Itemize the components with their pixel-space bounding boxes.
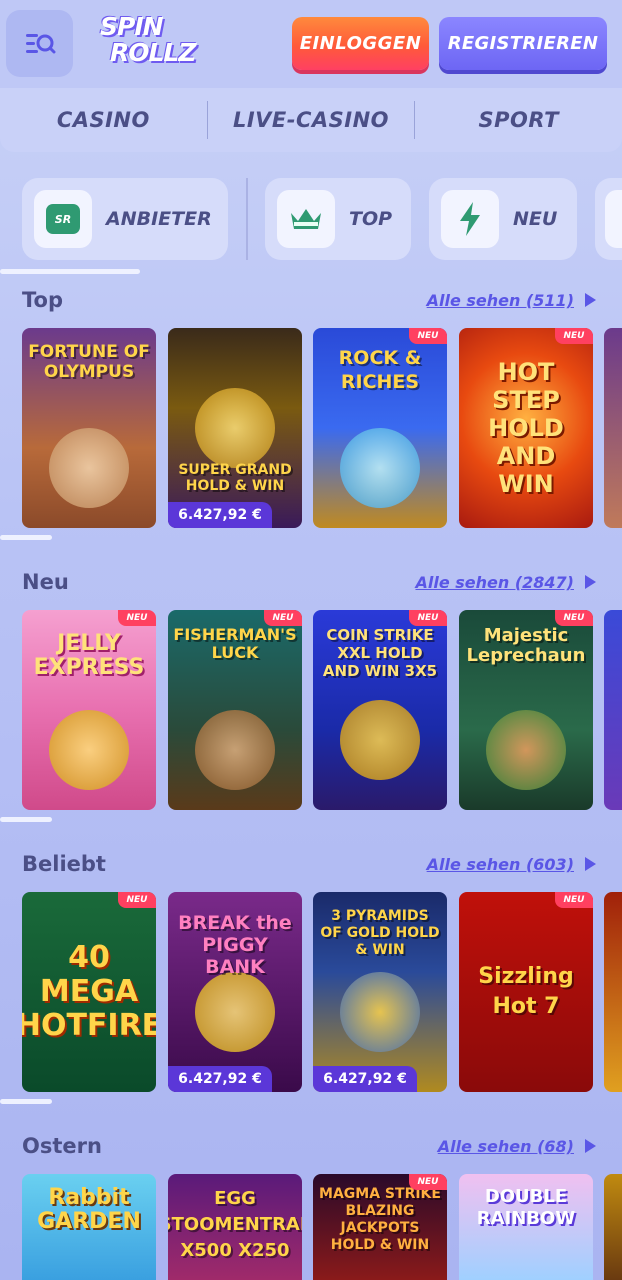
header: SPIN ROLLZ EINLOGGEN REGISTRIEREN [0, 0, 622, 88]
game-name: ROCK & RICHES [338, 347, 422, 393]
new-badge: NEU [409, 610, 447, 626]
game-tile[interactable]: 3 PYRAMIDS OF GOLD HOLD & WIN 6.427,92 € [313, 892, 447, 1092]
game-tile[interactable]: FORTUNE OF OLYMPUS [22, 328, 156, 528]
chip-provider-label: ANBIETER [106, 208, 212, 230]
game-name: MAGMA STRIKE BLAZING JACKPOTS HOLD & WIN [319, 1186, 441, 1253]
new-badge: NEU [409, 328, 447, 344]
game-tile[interactable]: JELLY EXPRESS NEU [22, 610, 156, 810]
game-name: Sizzling Hot 7 [478, 964, 574, 1019]
game-name: SUPER GRAND HOLD & WIN [178, 462, 292, 494]
game-name: COIN STRIKE XXL HOLD AND WIN 3X5 [322, 626, 438, 680]
chip-more-icon [605, 190, 622, 248]
game-art [340, 700, 420, 780]
chip-top[interactable]: TOP [265, 178, 411, 260]
section-title-new: Neu [22, 570, 69, 594]
game-tile-partial[interactable] [604, 892, 622, 1092]
game-art [486, 710, 566, 790]
new-badge: NEU [555, 328, 593, 344]
menu-search-icon [25, 33, 55, 53]
logo-line-2: ROLLZ [110, 38, 197, 67]
nav-live-casino[interactable]: LIVE-CASINO [208, 108, 415, 132]
game-name: EGG STOOMENTRAL X500 X250 [168, 1188, 302, 1261]
chip-new-label: NEU [513, 208, 558, 230]
game-name: FORTUNE OF OLYMPUS [28, 342, 150, 382]
jackpot-badge: 6.427,92 € [168, 502, 272, 528]
login-button[interactable]: EINLOGGEN [292, 17, 429, 70]
chip-new[interactable]: NEU [429, 178, 577, 260]
game-art [49, 428, 129, 508]
game-tile[interactable]: BREAK the PIGGY BANK 6.427,92 € [168, 892, 302, 1092]
game-art [340, 972, 420, 1052]
lightning-icon [441, 190, 499, 248]
new-badge: NEU [264, 610, 302, 626]
game-art [195, 972, 275, 1052]
game-tile-partial[interactable] [604, 610, 622, 810]
new-badge: NEU [555, 892, 593, 908]
game-name: DOUBLE RAINBOW [476, 1186, 576, 1229]
new-badge: NEU [555, 610, 593, 626]
row-scroll-indicator[interactable] [0, 535, 52, 540]
game-tile[interactable]: Rabbit GARDEN [22, 1174, 156, 1280]
chevron-right-icon[interactable] [585, 575, 596, 589]
game-tile[interactable]: 40 MEGA HOTFIRE NEU [22, 892, 156, 1092]
game-tile[interactable]: DOUBLE RAINBOW [459, 1174, 593, 1280]
chip-top-label: TOP [349, 208, 393, 230]
register-button[interactable]: REGISTRIEREN [439, 17, 607, 70]
game-art [195, 710, 275, 790]
category-chips: SR ANBIETER TOP NEU [0, 178, 622, 262]
new-badge: NEU [409, 1174, 447, 1190]
game-art [340, 428, 420, 508]
game-tile[interactable]: Sizzling Hot 7 NEU [459, 892, 593, 1092]
new-badge: NEU [118, 610, 156, 626]
see-all-top-link[interactable]: Alle sehen (511) [427, 291, 574, 310]
game-name: BREAK the PIGGY BANK [178, 912, 292, 978]
chevron-right-icon[interactable] [585, 857, 596, 871]
jackpot-badge: 6.427,92 € [168, 1066, 272, 1092]
see-all-new-link[interactable]: Alle sehen (2847) [415, 573, 574, 592]
game-tile[interactable]: Majestic Leprechaun NEU [459, 610, 593, 810]
game-tile-partial[interactable] [604, 328, 622, 528]
see-all-popular-link[interactable]: Alle sehen (603) [427, 855, 574, 874]
game-tile[interactable]: FISHERMAN'S LUCK NEU [168, 610, 302, 810]
chip-provider[interactable]: SR ANBIETER [22, 178, 228, 260]
menu-search-button[interactable] [6, 10, 73, 77]
nav-sport[interactable]: SPORT [415, 108, 622, 132]
section-title-easter: Ostern [22, 1134, 102, 1158]
jackpot-badge: 6.427,92 € [313, 1066, 417, 1092]
main-nav: CASINO LIVE-CASINO SPORT [0, 88, 622, 152]
chip-divider [246, 178, 248, 260]
see-all-easter-link[interactable]: Alle sehen (68) [438, 1137, 574, 1156]
game-tile[interactable]: MAGMA STRIKE BLAZING JACKPOTS HOLD & WIN… [313, 1174, 447, 1280]
game-name: FISHERMAN'S LUCK [173, 625, 297, 662]
nav-casino[interactable]: CASINO [0, 108, 207, 132]
game-name: JELLY EXPRESS [33, 631, 145, 680]
chevron-right-icon[interactable] [585, 1139, 596, 1153]
new-badge: NEU [118, 892, 156, 908]
spinrollz-logo[interactable]: SPIN ROLLZ [98, 14, 198, 74]
row-scroll-indicator[interactable] [0, 817, 52, 822]
game-name: 40 MEGA HOTFIRE [22, 940, 156, 1043]
game-tile[interactable]: SUPER GRAND HOLD & WIN 6.427,92 € [168, 328, 302, 528]
game-name: 3 PYRAMIDS OF GOLD HOLD & WIN [320, 908, 440, 958]
chevron-right-icon[interactable] [585, 293, 596, 307]
logo-line-1: SPIN [100, 12, 164, 41]
game-tile[interactable]: HOT STEP HOLD AND WIN NEU [459, 328, 593, 528]
row-scroll-indicator[interactable] [0, 1099, 52, 1104]
game-tile[interactable]: EGG STOOMENTRAL X500 X250 [168, 1174, 302, 1280]
game-name: Majestic Leprechaun [466, 625, 586, 666]
game-tile[interactable]: COIN STRIKE XXL HOLD AND WIN 3X5 NEU [313, 610, 447, 810]
game-tile-partial[interactable] [604, 1174, 622, 1280]
chips-scroll-indicator[interactable] [0, 269, 140, 274]
game-name: Rabbit GARDEN [37, 1185, 141, 1234]
crown-icon [277, 190, 335, 248]
section-title-top: Top [22, 288, 63, 312]
sr-provider-icon: SR [34, 190, 92, 248]
sr-provider-badge: SR [46, 204, 80, 234]
chip-more[interactable] [595, 178, 622, 260]
game-tile[interactable]: ROCK & RICHES NEU [313, 328, 447, 528]
game-art [49, 710, 129, 790]
game-art [195, 388, 275, 468]
game-name: HOT STEP HOLD AND WIN [488, 358, 564, 498]
section-title-popular: Beliebt [22, 852, 106, 876]
